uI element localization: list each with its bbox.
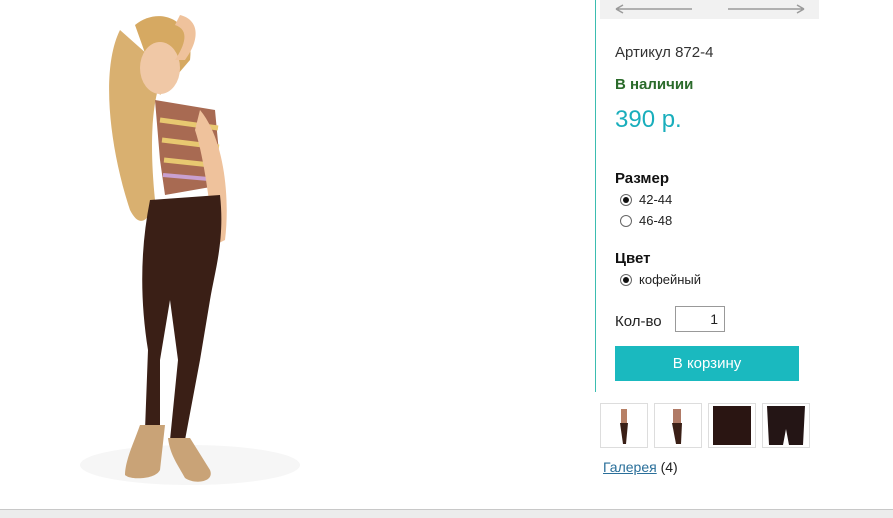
product-main-photo[interactable]: [0, 0, 360, 505]
color-option-label: кофейный: [639, 272, 702, 287]
product-sku: Артикул 872-4: [615, 44, 714, 61]
add-to-cart-button[interactable]: В корзину: [615, 346, 799, 381]
arrow-left-icon[interactable]: [614, 3, 694, 15]
gallery-count: (4): [660, 459, 678, 475]
thumbnail-4[interactable]: [762, 403, 810, 448]
thumbnail-image: [672, 409, 682, 444]
product-price: 390 р.: [615, 106, 682, 133]
thumbnail-1[interactable]: [600, 403, 648, 448]
thumbnail-3[interactable]: [708, 403, 756, 448]
thumbnail-image: [767, 406, 805, 445]
radio-icon[interactable]: [620, 273, 632, 286]
gallery-link[interactable]: Галерея: [603, 459, 657, 475]
quantity-input[interactable]: [675, 306, 725, 332]
arrow-right-icon[interactable]: [726, 3, 806, 15]
thumbnail-image: [713, 406, 751, 445]
color-title: Цвет: [615, 250, 651, 267]
availability-status: В наличии: [615, 76, 694, 93]
size-option-46-48[interactable]: 46-48: [620, 213, 672, 228]
size-option-42-44[interactable]: 42-44: [620, 192, 672, 207]
thumbnail-2[interactable]: [654, 403, 702, 448]
quantity-label: Кол-во: [615, 313, 662, 330]
radio-icon[interactable]: [620, 193, 632, 206]
size-option-label: 42-44: [639, 192, 673, 207]
color-option-coffee[interactable]: кофейный: [620, 272, 701, 287]
size-option-label: 46-48: [639, 213, 673, 228]
image-nav-strip: [600, 0, 819, 19]
thumbnail-image: [620, 409, 628, 444]
radio-icon[interactable]: [620, 214, 632, 227]
size-title: Размер: [615, 170, 670, 187]
gallery-link-row: Галерея (4): [603, 459, 678, 475]
model-illustration: [80, 15, 300, 485]
